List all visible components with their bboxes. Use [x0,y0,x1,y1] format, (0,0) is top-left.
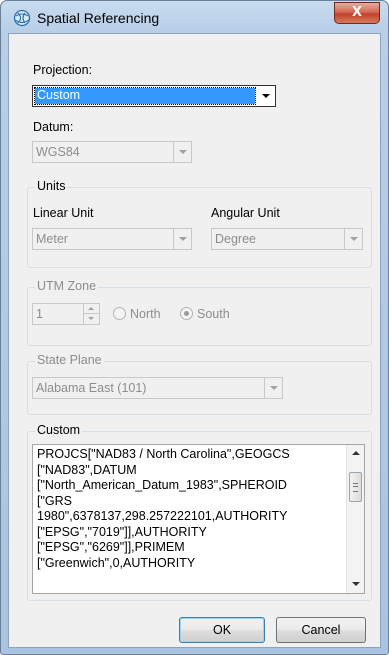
utm-zone-value: 1 [36,307,43,321]
custom-wkt-text: PROJCS["NAD83 / North Carolina",GEOGCS [… [37,447,290,570]
ok-button[interactable]: OK [179,617,265,643]
chevron-down-icon[interactable] [173,142,191,162]
chevron-down-icon[interactable] [257,86,275,106]
linear-unit-label: Linear Unit [33,206,94,220]
globe-icon [13,9,31,27]
spin-down-icon[interactable] [84,314,99,324]
scroll-up-icon[interactable] [347,445,364,462]
spinner-buttons[interactable] [83,304,99,324]
utm-zone-spinner[interactable]: 1 [32,303,100,325]
south-radio-label: South [197,307,230,321]
dialog-body: Projection: Custom Datum: WGS84 Units Li… [8,33,381,648]
scroll-down-icon[interactable] [347,576,364,593]
datum-label: Datum: [33,120,74,134]
chevron-down-icon[interactable] [173,229,191,249]
north-radio-label: North [130,307,161,321]
north-radio[interactable] [113,307,126,320]
state-plane-select[interactable]: Alabama East (101) [32,377,283,399]
projection-label: Projection: [33,63,93,77]
custom-wkt-textarea[interactable]: PROJCS["NAD83 / North Carolina",GEOGCS [… [32,444,365,594]
custom-group-title: Custom [35,423,83,437]
utm-zone-group-title: UTM Zone [35,279,99,293]
angular-unit-label: Angular Unit [211,206,280,220]
vertical-scrollbar[interactable] [346,445,364,593]
chevron-down-icon[interactable] [264,378,282,398]
projection-value: Custom [37,88,81,102]
close-icon: X [351,5,363,20]
title-bar[interactable]: Spatial Referencing X [1,1,388,35]
angular-unit-value: Degree [215,232,256,246]
linear-unit-value: Meter [36,232,68,246]
chevron-down-icon[interactable] [344,229,362,249]
linear-unit-select[interactable]: Meter [32,228,192,250]
datum-value: WGS84 [36,145,80,159]
datum-select[interactable]: WGS84 [32,141,192,163]
window-title: Spatial Referencing [37,10,160,26]
close-button[interactable]: X [334,2,380,24]
scrollbar-thumb[interactable] [349,472,362,502]
state-plane-group-title: State Plane [35,353,104,367]
projection-select[interactable]: Custom [32,85,276,107]
south-radio[interactable] [180,307,193,320]
angular-unit-select[interactable]: Degree [211,228,363,250]
state-plane-value: Alabama East (101) [36,381,147,395]
spin-up-icon[interactable] [84,304,99,314]
dialog-window: Spatial Referencing X Projection: Custom… [0,0,389,655]
cancel-button[interactable]: Cancel [276,617,366,643]
units-group-title: Units [35,179,68,193]
